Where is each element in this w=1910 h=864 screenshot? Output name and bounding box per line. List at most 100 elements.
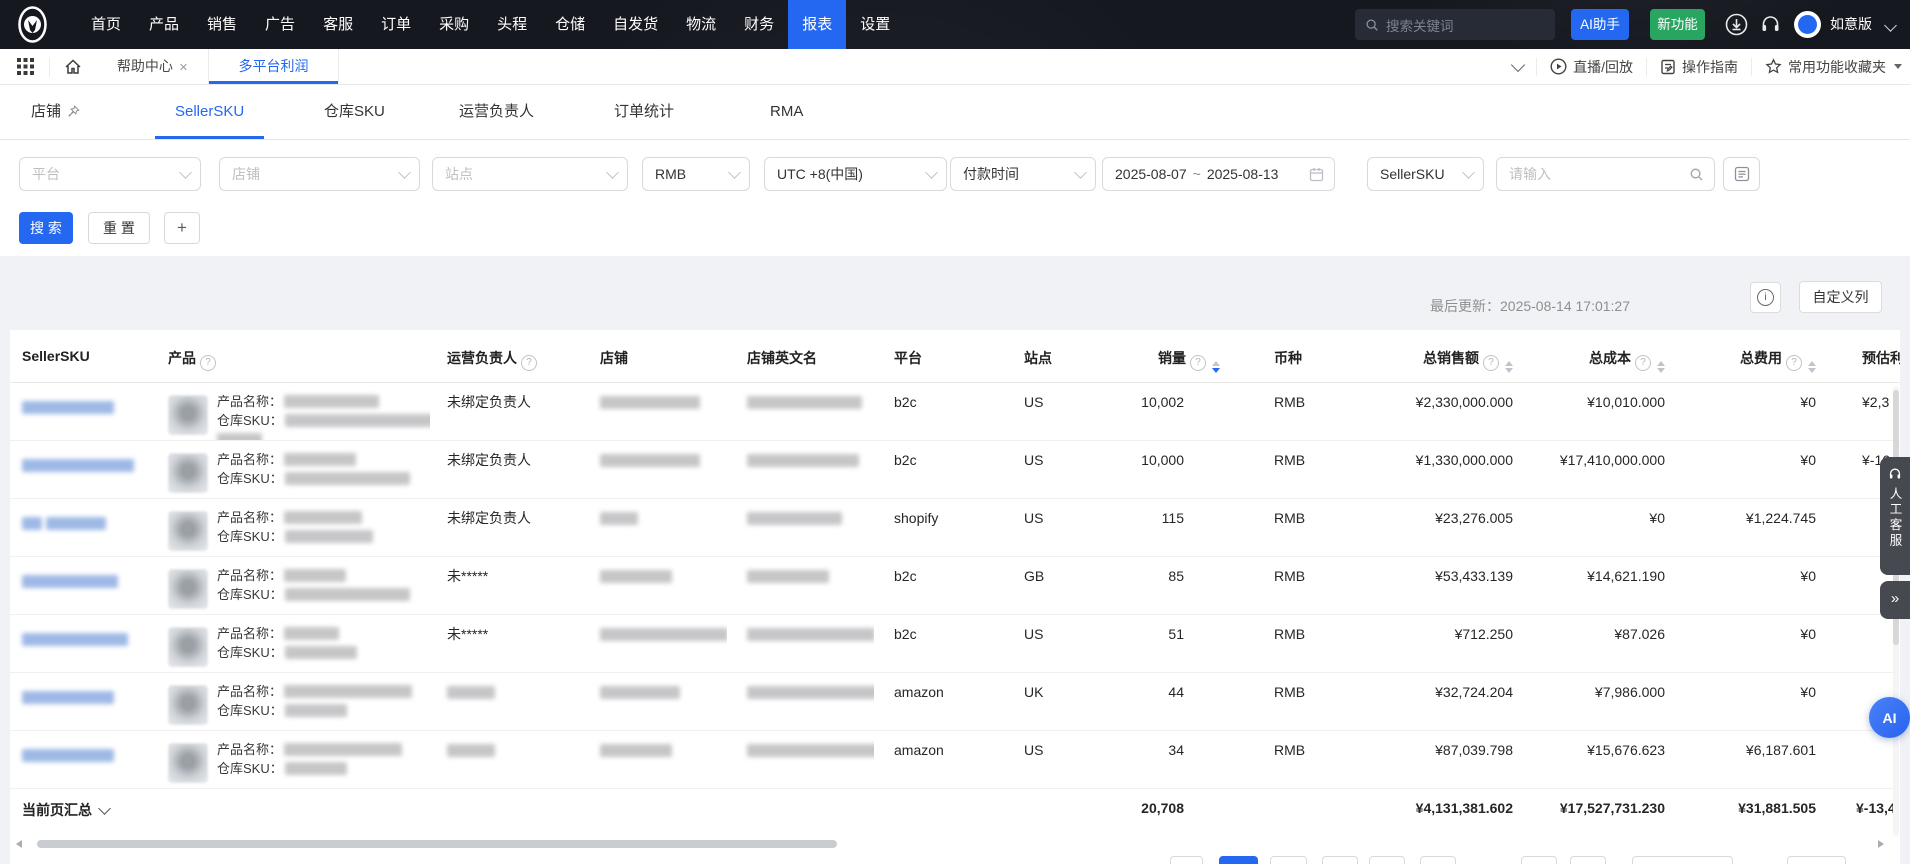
nav-item-7[interactable]: 头程 <box>483 0 541 49</box>
page-button-6[interactable] <box>1420 856 1456 864</box>
column-header-SellerSKU[interactable]: SellerSKU <box>10 330 160 382</box>
horizontal-scrollbar[interactable] <box>10 838 1900 850</box>
column-header-站点[interactable]: 站点 <box>1004 330 1089 382</box>
sort-icon[interactable] <box>1212 361 1220 373</box>
page-button-10[interactable] <box>1787 856 1846 864</box>
nav-item-1[interactable]: 产品 <box>135 0 193 49</box>
search-icon[interactable] <box>1689 167 1704 182</box>
nav-item-0[interactable]: 首页 <box>77 0 135 49</box>
sellersku-cell[interactable] <box>10 731 160 788</box>
timezone-select[interactable]: UTC +8(中国) <box>764 157 947 191</box>
page-button-1[interactable] <box>1170 856 1203 864</box>
date-range-picker[interactable]: 2025-08-07 ~ 2025-08-13 <box>1102 157 1335 191</box>
column-header-总成本[interactable]: 总成本? <box>1518 330 1673 382</box>
column-header-总销售额[interactable]: 总销售额? <box>1384 330 1518 382</box>
nav-item-3[interactable]: 广告 <box>251 0 309 49</box>
tab-list-chevron-icon[interactable] <box>1511 57 1526 73</box>
nav-item-8[interactable]: 仓储 <box>541 0 599 49</box>
updates-download-icon[interactable] <box>1724 12 1749 37</box>
version-label[interactable]: 如意版 <box>1830 0 1872 49</box>
column-header-销量[interactable]: 销量? <box>1089 330 1254 382</box>
column-header-店铺[interactable]: 店铺 <box>580 330 727 382</box>
redacted-text <box>217 433 262 440</box>
column-header-预估利润[interactable]: 预估利润? <box>1826 330 1900 382</box>
app-logo-icon[interactable] <box>13 5 52 44</box>
store-select[interactable]: 店铺 <box>219 157 420 191</box>
chevron-down-icon[interactable] <box>98 802 111 815</box>
column-header-运营负责人[interactable]: 运营负责人? <box>430 330 580 382</box>
nav-item-13[interactable]: 设置 <box>846 0 904 49</box>
page-button-7[interactable] <box>1521 856 1557 864</box>
column-header-平台[interactable]: 平台 <box>874 330 1004 382</box>
manager-cell: 未***** <box>430 615 580 672</box>
apps-grid-icon[interactable] <box>17 58 35 76</box>
platform-select[interactable]: 平台 <box>19 157 201 191</box>
nav-item-11[interactable]: 财务 <box>730 0 788 49</box>
page-button-8[interactable] <box>1570 856 1606 864</box>
column-header-总费用[interactable]: 总费用? <box>1673 330 1826 382</box>
product-cell: 产品名称： 仓库SKU： <box>160 615 430 672</box>
sellersku-cell[interactable] <box>10 557 160 614</box>
ai-floating-button[interactable]: AI <box>1869 697 1910 738</box>
sellersku-cell[interactable] <box>10 499 160 556</box>
page-button-2[interactable] <box>1219 856 1258 864</box>
column-header-币种[interactable]: 币种 <box>1254 330 1384 382</box>
sellersku-cell[interactable] <box>10 615 160 672</box>
nav-item-4[interactable]: 客服 <box>309 0 367 49</box>
sort-icon[interactable] <box>1657 361 1665 373</box>
sort-icon[interactable] <box>1808 361 1816 373</box>
close-icon[interactable]: ✕ <box>179 62 188 74</box>
headset-support-icon[interactable] <box>1758 12 1783 37</box>
nav-item-5[interactable]: 订单 <box>367 0 425 49</box>
search-button[interactable]: 搜 索 <box>19 212 73 244</box>
horizontal-scrollbar-thumb[interactable] <box>37 840 837 848</box>
nav-item-10[interactable]: 物流 <box>672 0 730 49</box>
home-icon[interactable] <box>64 58 82 76</box>
column-header-店铺英文名[interactable]: 店铺英文名 <box>727 330 874 382</box>
subtab-仓库SKU[interactable]: 仓库SKU <box>324 85 385 139</box>
keyword-input[interactable]: 请输入 <box>1496 157 1715 191</box>
user-avatar[interactable] <box>1794 11 1821 38</box>
nav-item-12[interactable]: 报表 <box>788 0 847 49</box>
column-header-产品[interactable]: 产品? <box>160 330 430 382</box>
search-field-select[interactable]: SellerSKU <box>1367 157 1484 191</box>
sellersku-cell[interactable] <box>10 673 160 730</box>
page-size-select[interactable] <box>1632 856 1733 864</box>
customer-service-button[interactable]: 人工客服 <box>1880 457 1910 575</box>
product-image <box>168 627 208 667</box>
tab-multi-platform-profit[interactable]: 多平台利润 <box>209 49 339 84</box>
nav-item-6[interactable]: 采购 <box>425 0 483 49</box>
sellersku-cell[interactable] <box>10 383 160 440</box>
subtab-SellerSKU[interactable]: SellerSKU <box>154 85 265 139</box>
customize-columns-button[interactable]: 自定义列 <box>1799 281 1882 313</box>
subtab-运营负责人[interactable]: 运营负责人 <box>459 85 534 139</box>
reset-button[interactable]: 重 置 <box>88 212 150 244</box>
add-filter-button[interactable]: + <box>164 212 200 244</box>
page-button-4[interactable] <box>1322 856 1358 864</box>
subtab-RMA[interactable]: RMA <box>770 85 803 139</box>
page-button-5[interactable] <box>1369 856 1405 864</box>
operation-guide-link[interactable]: 操作指南 <box>1660 57 1738 77</box>
site-select[interactable]: 站点 <box>432 157 628 191</box>
page-button-3[interactable] <box>1270 856 1307 864</box>
sellersku-cell[interactable] <box>10 441 160 498</box>
subtab-店铺[interactable]: 店铺 <box>31 85 80 139</box>
sort-icon[interactable] <box>1505 361 1513 373</box>
nav-item-9[interactable]: 自发货 <box>599 0 672 49</box>
ai-assistant-button[interactable]: AI助手 <box>1571 9 1629 40</box>
currency-select[interactable]: RMB <box>642 157 750 191</box>
subtab-订单统计[interactable]: 订单统计 <box>614 85 674 139</box>
batch-search-button[interactable] <box>1723 157 1760 191</box>
collapse-panel-button[interactable]: » <box>1880 581 1910 619</box>
tab-help-center[interactable]: 帮助中心 ✕ <box>97 49 209 84</box>
nav-item-2[interactable]: 销售 <box>193 0 251 49</box>
scroll-right-arrow-icon[interactable] <box>1878 840 1884 848</box>
time-type-select[interactable]: 付款时间 <box>950 157 1096 191</box>
info-button[interactable]: i <box>1750 282 1781 313</box>
global-search-input[interactable]: 搜索关键词 <box>1355 9 1555 40</box>
new-features-button[interactable]: 新功能 <box>1650 9 1705 40</box>
favorites-menu[interactable]: 常用功能收藏夹 <box>1765 57 1902 77</box>
scroll-left-arrow-icon[interactable] <box>16 840 22 848</box>
chevron-down-icon[interactable] <box>1884 19 1897 32</box>
live-replay-link[interactable]: 直播/回放 <box>1550 57 1633 77</box>
